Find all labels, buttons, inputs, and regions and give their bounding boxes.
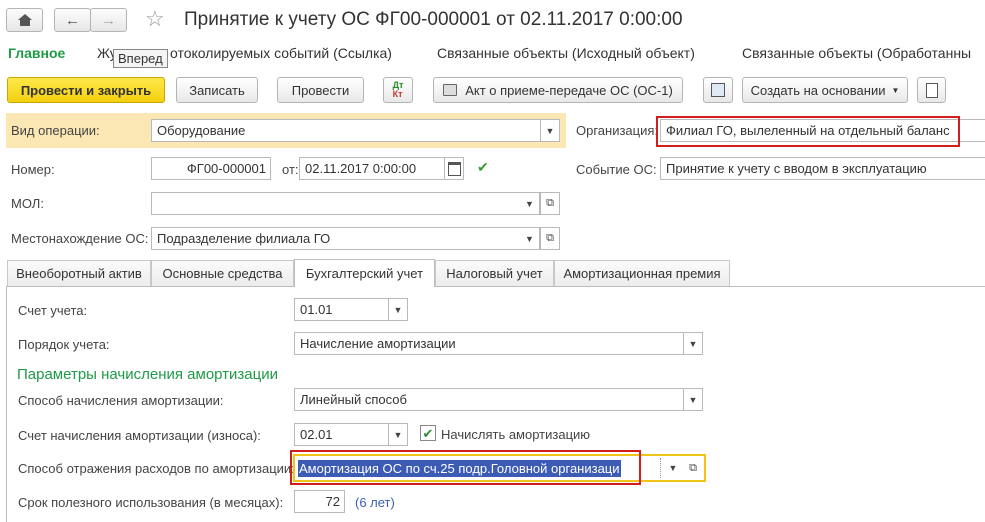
event-field[interactable]: Принятие к учету с вводом в эксплуатацию [660,157,985,180]
operation-type-field[interactable]: Оборудование [151,119,541,142]
organization-highlight-box [656,116,960,147]
operation-type-label: Вид операции: [11,123,100,138]
open-icon: ⧉ [689,461,697,474]
mol-field[interactable] [151,192,541,215]
back-button[interactable]: ← [54,8,91,32]
depr-account-field[interactable]: 02.01 [294,423,389,446]
date-field[interactable]: 02.11.2017 0:00:00 [299,157,445,180]
account-label: Счет учета: [18,303,88,318]
chevron-down-icon: ▼ [891,85,900,95]
account-dropdown[interactable]: ▼ [388,298,408,321]
open-icon: ⧉ [546,197,554,209]
expense-label: Способ отражения расходов по амортизации… [18,461,295,476]
tab-panel-left-border [6,286,7,522]
method-label: Способ начисления амортизации: [18,393,224,408]
forward-button[interactable]: → [90,8,127,32]
chevron-down-icon: ▼ [668,463,678,473]
expense-field-separator [660,458,661,478]
structure-button[interactable] [703,77,733,103]
chevron-down-icon: ▼ [393,429,403,440]
depr-account-label: Счет начисления амортизации (износа): [18,428,261,443]
order-label: Порядок учета: [18,337,110,352]
chevron-down-icon: ▼ [688,394,698,405]
mol-label: МОЛ: [11,196,44,211]
nav-linked-processed[interactable]: Связанные объекты (Обработанны [742,45,971,61]
home-button[interactable] [6,8,43,32]
tooltip: Вперед [113,49,168,68]
chevron-down-icon: ▼ [525,233,534,244]
location-open-button[interactable]: ⧉ [540,227,560,250]
nav-journal[interactable]: отоколируемых событий (Ссылка) [170,45,392,61]
create-based-on-label: Создать на основании [750,82,886,98]
chevron-down-icon: ▼ [688,338,698,349]
dt-kt-icon: Дт Кт [392,80,404,99]
printer-icon [443,84,458,96]
useful-life-years: (6 лет) [355,495,395,510]
location-dropdown[interactable]: ▼ [520,227,540,250]
account-field[interactable]: 01.01 [294,298,389,321]
date-label: от: [282,162,299,177]
event-label: Событие ОС: [576,162,657,177]
tab-accounting[interactable]: Бухгалтерский учет [294,259,435,287]
calendar-button[interactable] [444,157,464,180]
write-button[interactable]: Записать [176,77,258,103]
mol-dropdown[interactable]: ▼ [520,192,540,215]
report-button[interactable] [917,77,946,103]
active-tab-cover [295,285,434,287]
arrow-left-icon: ← [65,11,80,29]
home-icon [17,14,32,26]
expense-highlight-box [290,450,641,485]
number-label: Номер: [11,162,55,177]
chevron-down-icon: ▼ [545,125,555,136]
nav-main[interactable]: Главное [8,45,65,61]
dt-kt-button[interactable]: Дт Кт [383,77,413,103]
checkmark-icon: ✔ [422,425,434,441]
mol-open-button[interactable]: ⧉ [540,192,560,215]
method-field[interactable]: Линейный способ [294,388,684,411]
order-field[interactable]: Начисление амортизации [294,332,684,355]
tab-depreciation-bonus[interactable]: Амортизационная премия [554,260,730,286]
chevron-down-icon: ▼ [525,198,534,209]
tab-tax-accounting[interactable]: Налоговый учет [435,260,554,286]
act-os1-label: Акт о приеме-передаче ОС (ОС-1) [465,82,673,98]
expense-open-button[interactable]: ⧉ [683,458,703,478]
chevron-down-icon: ▼ [393,304,403,315]
depreciation-params-title: Параметры начисления амортизации [17,366,278,383]
star-icon[interactable]: ☆ [145,6,165,32]
open-icon: ⧉ [546,232,554,244]
depr-account-dropdown[interactable]: ▼ [388,423,408,446]
create-based-on-button[interactable]: Создать на основании ▼ [742,77,908,103]
tab-fixed-assets[interactable]: Основные средства [151,260,294,286]
window-title: Принятие к учету ОС ФГ00-000001 от 02.11… [184,9,683,30]
post-and-close-button[interactable]: Провести и закрыть [7,77,165,103]
operation-type-dropdown[interactable]: ▼ [540,119,560,142]
calendar-icon [447,161,461,176]
nav-linked-source[interactable]: Связанные объекты (Исходный объект) [437,45,695,61]
expense-dropdown[interactable]: ▼ [663,458,683,478]
check-date-icon[interactable]: ✔ [477,159,489,176]
useful-life-label: Срок полезного использования (в месяцах)… [18,495,284,510]
organization-label: Организация: [576,123,659,138]
arrow-right-icon: → [101,11,116,29]
number-field[interactable]: ФГ00-000001 [151,157,271,180]
location-label: Местонахождение ОС: [11,231,149,246]
method-dropdown[interactable]: ▼ [683,388,703,411]
location-field[interactable]: Подразделение филиала ГО [151,227,541,250]
tab-noncurrent-asset[interactable]: Внеоборотный актив [7,260,151,286]
accrue-checkbox[interactable]: ✔ [420,425,436,441]
structure-icon [711,83,725,97]
document-icon [925,82,938,98]
post-button[interactable]: Провести [277,77,364,103]
order-dropdown[interactable]: ▼ [683,332,703,355]
accrue-label: Начислять амортизацию [441,427,591,442]
useful-life-field[interactable]: 72 [294,490,345,513]
act-os1-button[interactable]: Акт о приеме-передаче ОС (ОС-1) [433,77,683,103]
tab-panel-border [6,286,985,287]
